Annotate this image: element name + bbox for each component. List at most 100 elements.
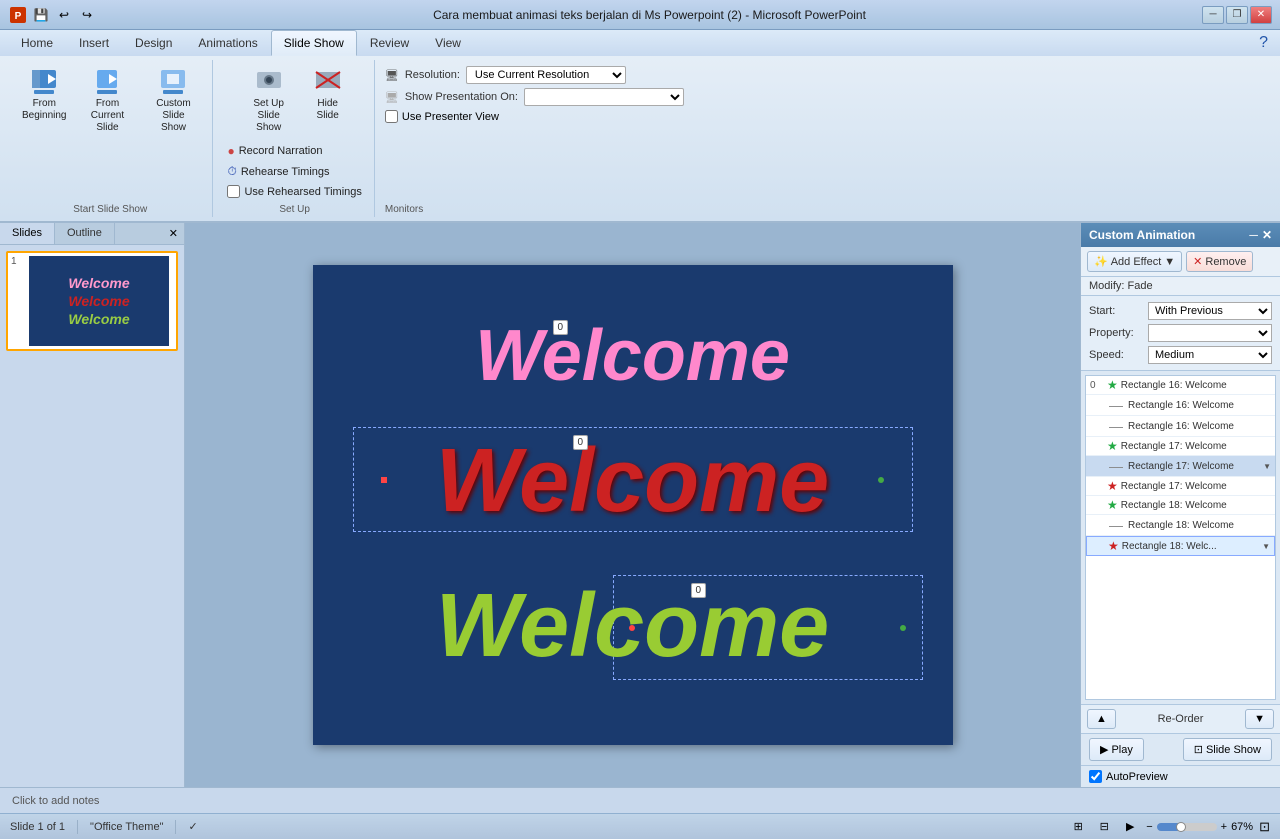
remove-label: Remove: [1205, 256, 1246, 268]
star-icon-6: ★: [1107, 479, 1118, 493]
slide-sorter-btn[interactable]: ⊟: [1094, 818, 1114, 836]
anim-item-4[interactable]: ★ Rectangle 17: Welcome: [1086, 437, 1275, 456]
presenter-view-checkbox[interactable]: [385, 110, 398, 123]
record-icon: ●: [227, 144, 234, 158]
anim-panel-close[interactable]: ✕: [1262, 228, 1272, 242]
custom-slideshow-btn[interactable]: CustomSlide Show: [142, 62, 204, 138]
slide-thumb-1[interactable]: 1 Welcome Welcome Welcome: [6, 251, 178, 351]
remove-btn[interactable]: ✕ Remove: [1186, 251, 1253, 272]
slideshow-btn[interactable]: ⊡ Slide Show: [1183, 738, 1272, 761]
tab-insert[interactable]: Insert: [66, 30, 122, 56]
play-btn[interactable]: ▶ Play: [1089, 738, 1144, 761]
anim-text-7: Rectangle 18: Welcome: [1121, 500, 1227, 511]
hide-slide-btn[interactable]: HideSlide: [304, 62, 352, 126]
zoom-in-btn[interactable]: +: [1221, 821, 1227, 833]
save-quick-btn[interactable]: 💾: [31, 5, 51, 25]
tab-slideshow[interactable]: Slide Show: [271, 30, 357, 56]
reorder-down-btn[interactable]: ▼: [1245, 709, 1274, 729]
normal-view-btn[interactable]: ⊞: [1068, 818, 1088, 836]
badge-1: 0: [553, 320, 569, 335]
tab-view[interactable]: View: [422, 30, 474, 56]
speed-select[interactable]: Medium Fast Slow: [1148, 346, 1272, 364]
slide-canvas[interactable]: 0 Welcome 0 Welcome 0 Welcome: [313, 265, 953, 745]
anim-item-2[interactable]: — Rectangle 16: Welcome: [1086, 395, 1275, 416]
dropdown-arrow-5[interactable]: ▼: [1263, 462, 1271, 471]
slideshow-label: Slide Show: [1206, 744, 1261, 756]
hide-icon: [312, 66, 344, 98]
setup-slideshow-label: Set UpSlide Show: [244, 98, 294, 134]
dash-icon-2: —: [1109, 397, 1123, 413]
thumb-text-3: Welcome: [68, 311, 129, 327]
setup-group-label: Set Up: [279, 200, 310, 215]
anim-item-6[interactable]: ★ Rectangle 17: Welcome: [1086, 477, 1275, 496]
redo-quick-btn[interactable]: ↪: [77, 5, 97, 25]
from-beginning-icon: [28, 66, 60, 98]
zoom-out-btn[interactable]: −: [1146, 821, 1152, 833]
welcome-text-green[interactable]: Welcome: [313, 575, 953, 678]
slide-num-1: 1: [11, 256, 23, 267]
anim-item-9[interactable]: ★ Rectangle 18: Welc... ▼: [1086, 536, 1275, 556]
anim-item-1[interactable]: 0 ★ Rectangle 16: Welcome: [1086, 376, 1275, 395]
speed-label: Speed:: [1089, 349, 1144, 361]
anim-panel-minimize[interactable]: ─: [1249, 228, 1258, 242]
fit-btn[interactable]: ⊡: [1259, 819, 1270, 835]
minimize-btn[interactable]: ─: [1202, 6, 1224, 24]
rehearse-timings-label: Rehearse Timings: [241, 166, 330, 178]
reorder-up-btn[interactable]: ▲: [1087, 709, 1116, 729]
use-rehearsed-checkbox[interactable]: [227, 185, 240, 198]
tab-home[interactable]: Home: [8, 30, 66, 56]
star-icon-7: ★: [1107, 498, 1118, 512]
anim-item-3[interactable]: — Rectangle 16: Welcome: [1086, 416, 1275, 437]
use-rehearsed-btn[interactable]: Use Rehearsed Timings: [223, 183, 365, 200]
start-select[interactable]: With Previous On Click After Previous: [1148, 302, 1272, 320]
monitors-group: 🖥 Resolution: Use Current Resolution 🖥 S…: [377, 60, 692, 217]
rehearse-timings-btn[interactable]: ⏱ Rehearse Timings: [223, 162, 365, 181]
welcome-text-pink[interactable]: Welcome: [313, 315, 953, 397]
custom-slideshow-label: CustomSlide Show: [148, 98, 198, 134]
notes-bar[interactable]: Click to add notes: [0, 787, 1280, 813]
slides-tab[interactable]: Slides: [0, 223, 55, 244]
add-effect-btn[interactable]: ✨ Add Effect ▼: [1087, 251, 1182, 272]
slideshow-view-btn[interactable]: ▶: [1120, 818, 1140, 836]
property-row: Property:: [1089, 324, 1272, 342]
reorder-up-icon: ▲: [1096, 713, 1107, 725]
from-current-icon: [91, 66, 123, 98]
autopreview-checkbox[interactable]: [1089, 770, 1102, 783]
dropdown-arrow-9[interactable]: ▼: [1262, 542, 1270, 551]
anim-text-1: Rectangle 16: Welcome: [1121, 380, 1227, 391]
from-current-slide-btn[interactable]: FromCurrent Slide: [76, 62, 138, 138]
close-slide-panel-btn[interactable]: ✕: [163, 223, 184, 244]
ribbon: Home Insert Design Animations Slide Show…: [0, 30, 1280, 223]
show-presentation-label: Show Presentation On:: [405, 91, 518, 103]
anim-item-5[interactable]: — Rectangle 17: Welcome ▼: [1086, 456, 1275, 477]
resolution-select[interactable]: Use Current Resolution: [466, 66, 626, 84]
outline-tab[interactable]: Outline: [55, 223, 115, 244]
theme-info: "Office Theme": [90, 821, 163, 833]
from-beginning-btn[interactable]: FromBeginning: [16, 62, 72, 126]
close-btn[interactable]: ✕: [1250, 6, 1272, 24]
anim-item-8[interactable]: — Rectangle 18: Welcome: [1086, 515, 1275, 536]
resolution-row: 🖥 Resolution: Use Current Resolution: [385, 66, 684, 84]
record-narration-btn[interactable]: ● Record Narration: [223, 142, 365, 160]
anim-item-7[interactable]: ★ Rectangle 18: Welcome: [1086, 496, 1275, 515]
property-select[interactable]: [1148, 324, 1272, 342]
app-icon: P: [8, 5, 28, 25]
restore-btn[interactable]: ❐: [1226, 6, 1248, 24]
zoom-level: 67%: [1231, 821, 1253, 833]
zoom-slider[interactable]: [1157, 823, 1217, 831]
undo-quick-btn[interactable]: ↩: [54, 5, 74, 25]
tab-review[interactable]: Review: [357, 30, 422, 56]
add-effect-label: Add Effect: [1111, 256, 1162, 268]
tab-animations[interactable]: Animations: [185, 30, 270, 56]
start-slideshow-label: Start Slide Show: [73, 200, 147, 215]
rehearse-icon: ⏱: [227, 164, 236, 179]
setup-small-btns: ● Record Narration ⏱ Rehearse Timings Us…: [223, 142, 365, 200]
welcome-text-red[interactable]: Welcome: [313, 430, 953, 533]
tab-design[interactable]: Design: [122, 30, 185, 56]
quick-access-toolbar: P 💾 ↩ ↪: [8, 5, 97, 25]
show-presentation-select[interactable]: [524, 88, 684, 106]
help-btn[interactable]: ?: [1259, 34, 1268, 52]
record-narration-label: Record Narration: [239, 145, 323, 157]
setup-slideshow-btn[interactable]: Set UpSlide Show: [238, 62, 300, 138]
presenter-view-row: Use Presenter View: [385, 110, 684, 123]
